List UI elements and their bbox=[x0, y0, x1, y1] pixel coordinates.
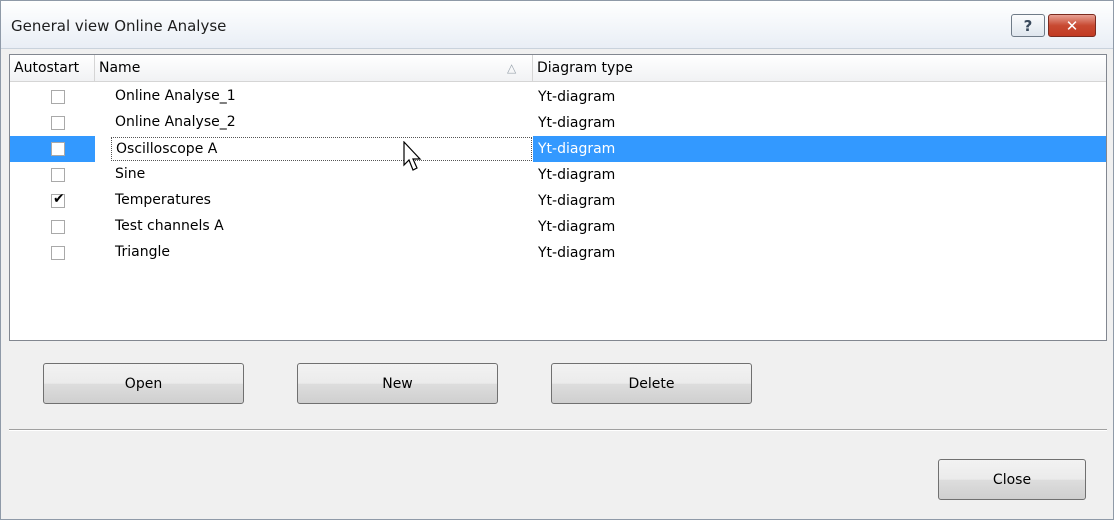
autostart-cell bbox=[10, 214, 95, 240]
column-header-diagram-type[interactable]: Diagram type bbox=[533, 55, 1106, 82]
name-cell: Online Analyse_1 bbox=[115, 88, 236, 104]
separator-highlight bbox=[9, 430, 1107, 431]
table-row[interactable]: ✔ Temperatures Yt-diagram bbox=[10, 188, 1106, 214]
column-header-name[interactable]: Name △ bbox=[95, 55, 533, 82]
new-button[interactable]: New bbox=[297, 363, 498, 404]
table-row[interactable]: Online Analyse_1 Yt-diagram bbox=[10, 84, 1106, 110]
online-analyse-dialog: General view Online Analyse ? ✕ Autostar… bbox=[0, 0, 1114, 520]
list-header: Autostart Name △ Diagram type bbox=[10, 55, 1106, 82]
help-button[interactable]: ? bbox=[1011, 14, 1045, 37]
mouse-pointer-icon bbox=[403, 141, 422, 171]
autostart-cell bbox=[10, 110, 95, 136]
table-row[interactable]: Test channels A Yt-diagram bbox=[10, 214, 1106, 240]
autostart-checkbox[interactable] bbox=[51, 246, 65, 260]
name-cell: Online Analyse_2 bbox=[115, 114, 236, 130]
name-cell: Oscilloscope A bbox=[111, 137, 532, 161]
autostart-checkbox[interactable] bbox=[51, 90, 65, 104]
autostart-cell bbox=[10, 84, 95, 110]
autostart-checkbox[interactable] bbox=[51, 116, 65, 130]
autostart-cell bbox=[10, 162, 95, 188]
table-row[interactable]: Oscilloscope A Yt-diagram bbox=[10, 136, 1106, 162]
help-icon: ? bbox=[1023, 16, 1033, 35]
window-title: General view Online Analyse bbox=[11, 17, 227, 35]
window-close-button[interactable]: ✕ bbox=[1048, 14, 1096, 37]
name-cell: Test channels A bbox=[115, 218, 224, 234]
checkmark-icon: ✔ bbox=[53, 191, 65, 207]
autostart-checkbox[interactable] bbox=[51, 168, 65, 182]
title-bar[interactable]: General view Online Analyse ? ✕ bbox=[1, 1, 1113, 49]
name-cell: Sine bbox=[115, 166, 146, 182]
analysis-list[interactable]: Autostart Name △ Diagram type Online Ana… bbox=[9, 54, 1107, 341]
table-row[interactable]: Triangle Yt-diagram bbox=[10, 240, 1106, 266]
diagram-type-cell: Yt-diagram bbox=[538, 193, 616, 209]
autostart-checkbox[interactable]: ✔ bbox=[51, 191, 65, 208]
delete-button[interactable]: Delete bbox=[551, 363, 752, 404]
diagram-type-cell: Yt-diagram bbox=[538, 245, 616, 261]
column-header-name-label: Name bbox=[99, 60, 141, 76]
table-row[interactable]: Online Analyse_2 Yt-diagram bbox=[10, 110, 1106, 136]
name-cell: Triangle bbox=[115, 244, 170, 260]
autostart-cell: ✔ bbox=[10, 188, 95, 214]
name-cell: Temperatures bbox=[115, 192, 211, 208]
autostart-checkbox[interactable] bbox=[51, 220, 65, 234]
diagram-type-cell: Yt-diagram bbox=[538, 219, 616, 235]
open-button[interactable]: Open bbox=[43, 363, 244, 404]
autostart-cell bbox=[10, 240, 95, 266]
column-header-autostart[interactable]: Autostart bbox=[10, 55, 95, 82]
diagram-type-cell: Yt-diagram bbox=[538, 115, 616, 131]
close-button[interactable]: Close bbox=[938, 459, 1086, 500]
sort-ascending-icon: △ bbox=[507, 61, 517, 75]
diagram-type-cell: Yt-diagram bbox=[533, 136, 1106, 162]
diagram-type-cell: Yt-diagram bbox=[538, 89, 616, 105]
autostart-cell bbox=[10, 136, 95, 162]
autostart-checkbox[interactable] bbox=[51, 142, 65, 156]
diagram-type-cell: Yt-diagram bbox=[538, 167, 616, 183]
table-row[interactable]: Sine Yt-diagram bbox=[10, 162, 1106, 188]
close-icon: ✕ bbox=[1065, 16, 1079, 35]
